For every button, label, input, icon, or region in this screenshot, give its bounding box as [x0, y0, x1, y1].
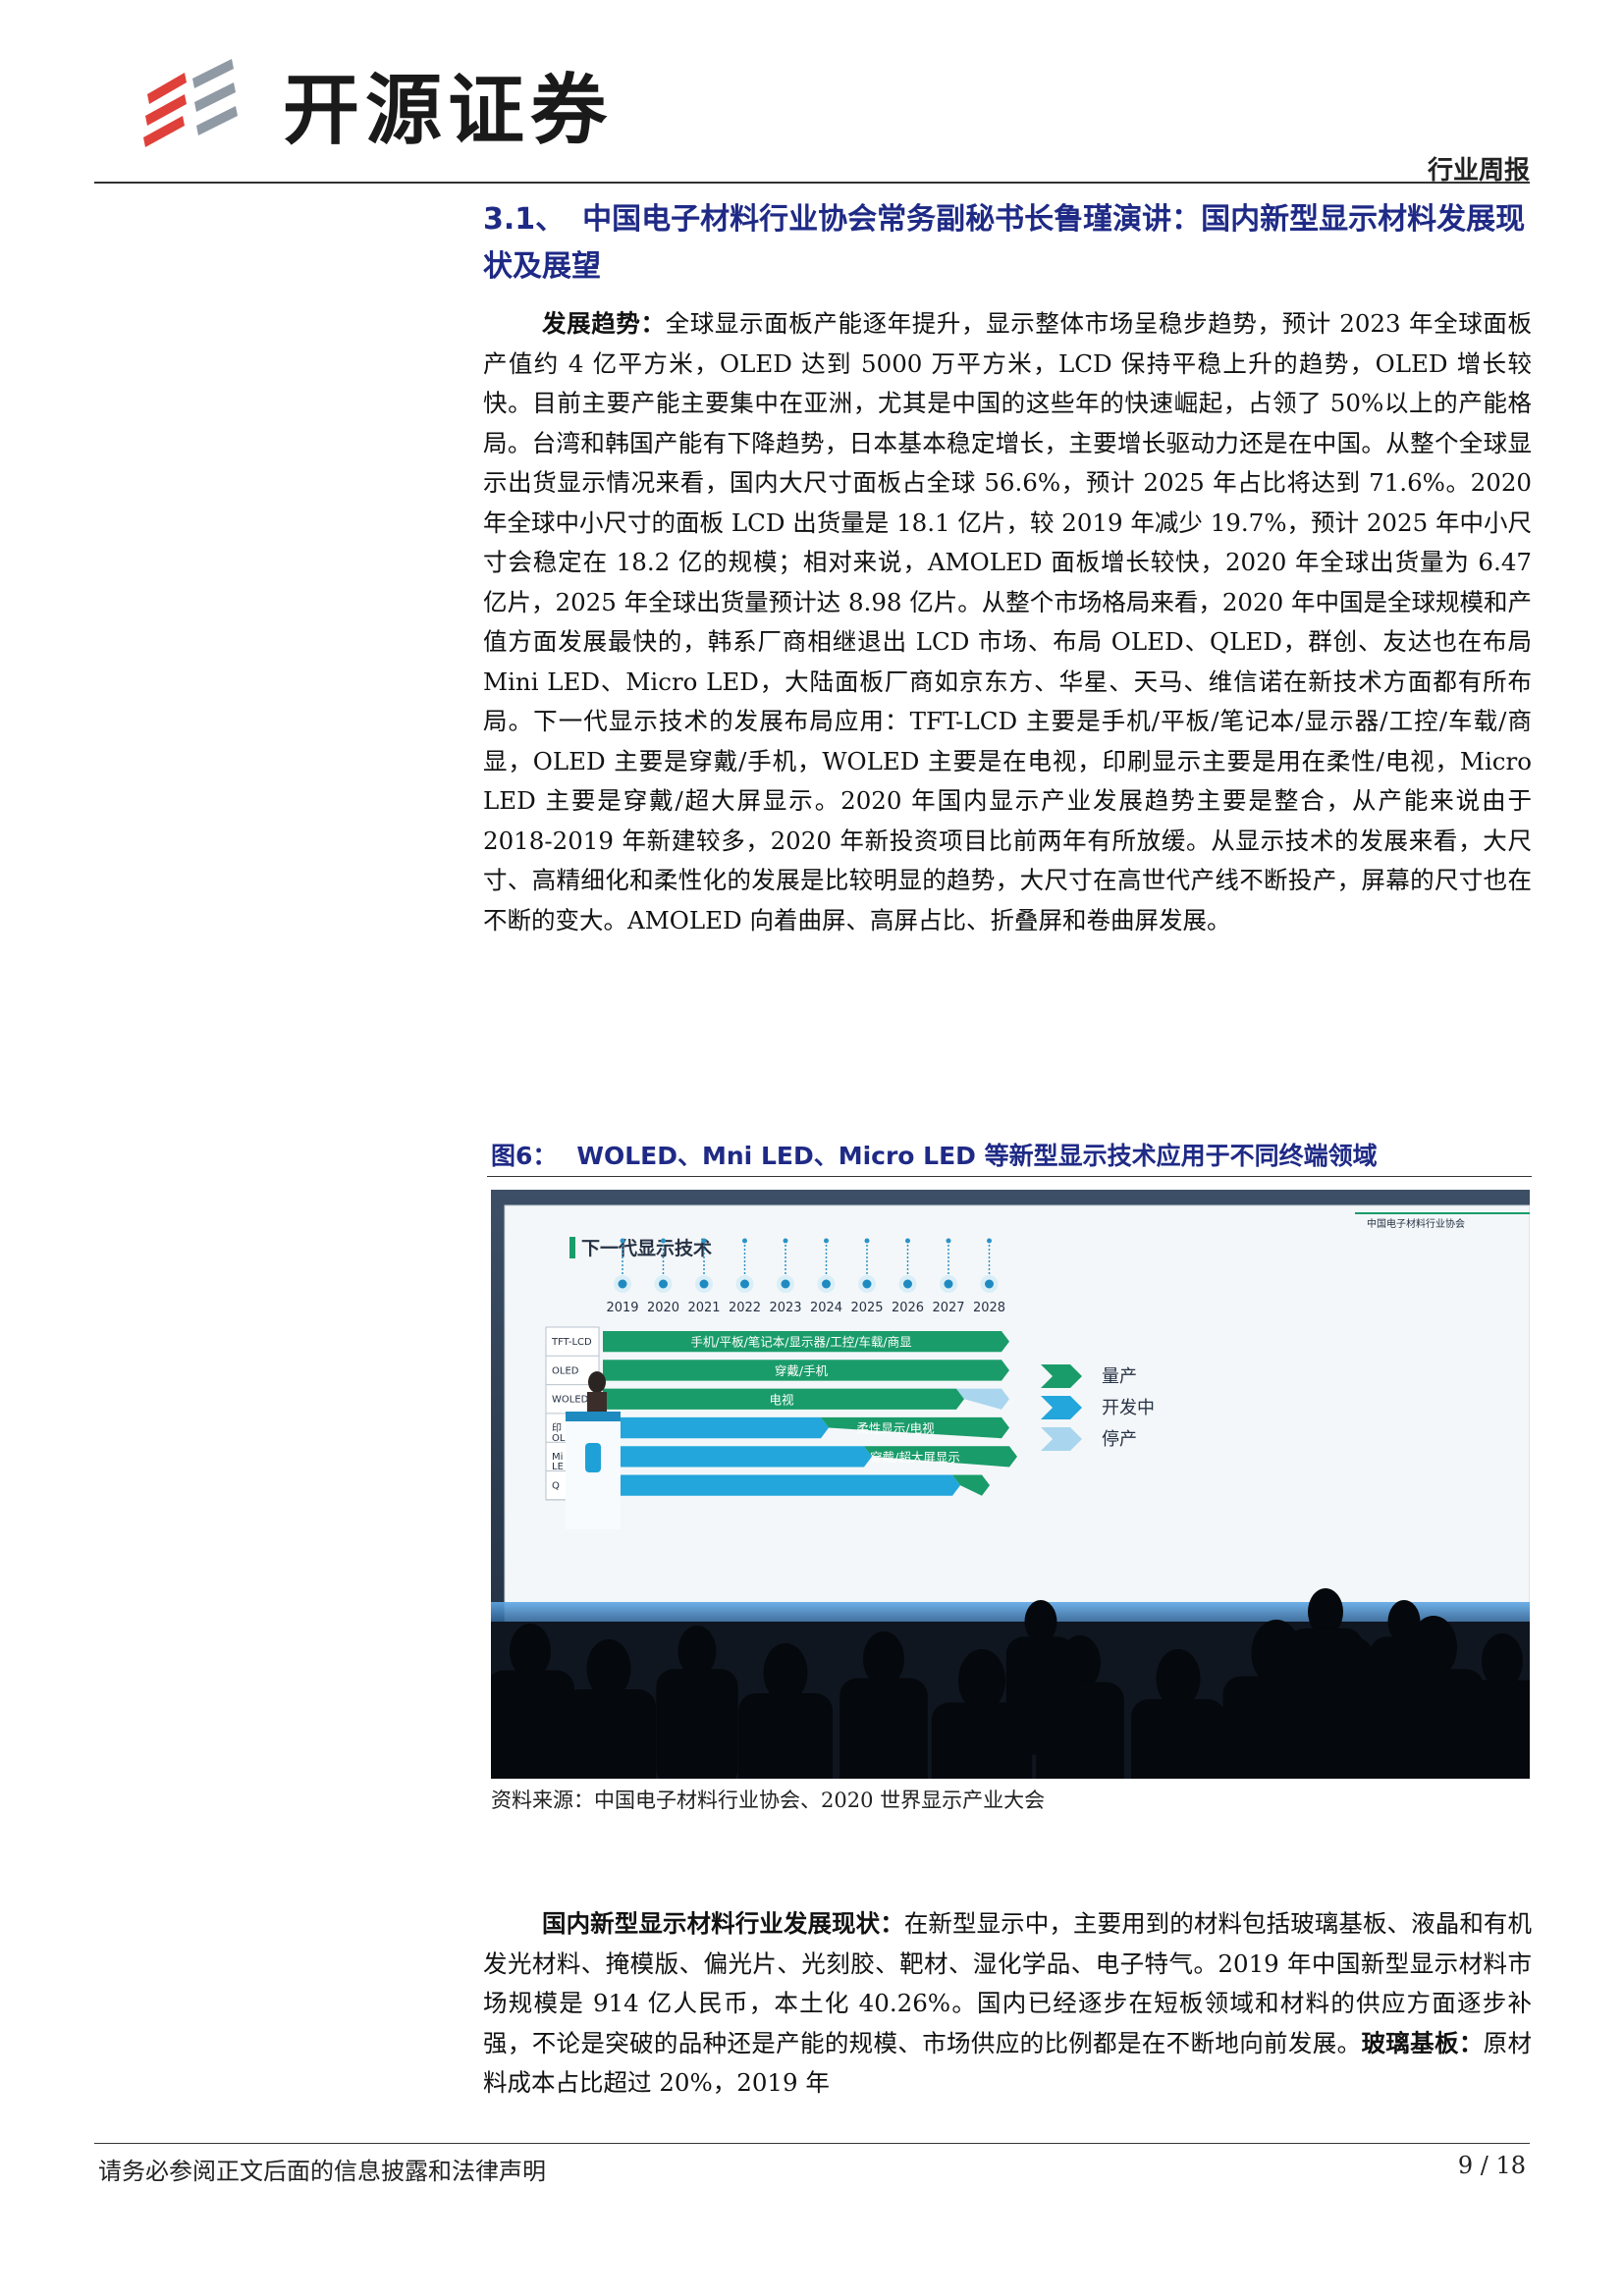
audience-body [656, 1669, 738, 1779]
timeline-year: 2026 [892, 1301, 924, 1315]
section-number: 3.1、 [483, 202, 566, 237]
paragraph-trend: 发展趋势：全球显示面板产能逐年提升，显示整体市场呈稳步趋势，预计 2023 年全… [483, 304, 1532, 940]
timeline-top-dot [701, 1238, 707, 1244]
row-label-2: LE [552, 1462, 564, 1472]
tech-bar-label: 手机/平板/笔记本/显示器/工控/车载/商显 [690, 1335, 911, 1350]
row-label: WOLED [552, 1395, 589, 1406]
figure-photo: 下一代显示技术 中国电子材料行业协会 2019 2020 2021 2022 2023 2… [491, 1190, 1530, 1779]
timeline-dot [618, 1279, 627, 1289]
timeline-top-dot [661, 1238, 666, 1244]
slide-title: 下一代显示技术 [581, 1237, 712, 1259]
timeline-top-dot [783, 1238, 788, 1244]
figure-title: 图6： WOLED、Mni LED、Micro LED 等新型显示技术应用于不同终… [491, 1137, 1530, 1172]
timeline-top-dot [742, 1238, 747, 1244]
timeline-year: 2023 [769, 1301, 801, 1315]
footer-divider [94, 2143, 1530, 2144]
timeline-dot [985, 1279, 994, 1289]
timeline-top-dot [905, 1238, 910, 1244]
tech-bar [603, 1446, 872, 1468]
paragraph-lead: 发展趋势： [542, 309, 666, 338]
audience-body [1131, 1699, 1225, 1779]
timeline-dot [699, 1279, 709, 1289]
conference-slide-photo: 下一代显示技术 中国电子材料行业协会 2019 2020 2021 2022 2023 2… [491, 1190, 1530, 1779]
audience-body [839, 1678, 928, 1779]
tech-bar-label: 电视 [769, 1392, 794, 1407]
row-label: OLED [552, 1365, 579, 1376]
timeline-dot [862, 1279, 872, 1289]
figure-divider [487, 1176, 1532, 1177]
audience-head [1482, 1633, 1523, 1688]
paragraph-status: 国内新型显示材料行业发展现状：在新型显示中，主要用到的材料包括玻璃基板、液晶和有… [483, 1904, 1532, 2104]
timeline-top-dot [620, 1238, 625, 1244]
row-label: TFT-LCD [551, 1337, 592, 1348]
tech-bar [603, 1416, 829, 1439]
slide-title-marker [569, 1237, 575, 1258]
timeline-top-dot [864, 1238, 870, 1244]
timeline-year: 2022 [729, 1301, 761, 1315]
timeline-dot [822, 1279, 831, 1289]
timeline-year: 2025 [850, 1301, 883, 1315]
row-label: Q [552, 1481, 560, 1492]
page-number: 9 / 18 [1457, 2152, 1526, 2179]
brand-logo-icon [143, 59, 238, 147]
paragraph-lead: 国内新型显示材料行业发展现状： [542, 1909, 904, 1938]
tech-bar [603, 1474, 960, 1496]
tech-bar-label: 穿戴/手机 [775, 1363, 829, 1378]
timeline-year: 2021 [687, 1301, 720, 1315]
timeline-year: 2020 [647, 1301, 679, 1315]
audience-head [863, 1631, 904, 1686]
brand-name: 开源证券 [283, 67, 614, 155]
timeline-top-dot [946, 1238, 951, 1244]
figure-number: 图6： [491, 1142, 558, 1170]
timeline-year: 2024 [810, 1301, 842, 1315]
timeline-dot [740, 1279, 749, 1289]
timeline-year: 2027 [932, 1301, 964, 1315]
legend-dev-label: 开发中 [1102, 1398, 1155, 1418]
row-label-2: OL [552, 1433, 566, 1444]
timeline-year: 2019 [606, 1301, 638, 1315]
timeline-year: 2028 [973, 1301, 1005, 1315]
header-divider [94, 182, 1530, 184]
tech-bar-label: 穿戴/超大屏显示 [870, 1450, 960, 1465]
timeline-dot [903, 1279, 912, 1289]
figure-source: 资料来源：中国电子材料行业协会、2020 世界显示产业大会 [491, 1789, 1046, 1812]
slide-org: 中国电子材料行业协会 [1367, 1217, 1465, 1230]
audience-body [738, 1693, 833, 1779]
audience-body [1458, 1680, 1530, 1779]
audience-body [1287, 1628, 1364, 1746]
audience-head [677, 1626, 717, 1677]
tech-bar-label: 柔性显示/电视 [856, 1421, 935, 1436]
legend-mass-label: 量产 [1102, 1366, 1137, 1387]
audience-body [1369, 1636, 1439, 1755]
footer-disclaimer: 请务必参阅正文后面的信息披露和法律声明 [98, 2158, 546, 2185]
legend-stop-label: 停产 [1102, 1429, 1137, 1450]
paragraph-lead-glass: 玻璃基板： [1361, 2028, 1484, 2057]
timeline-top-dot [987, 1238, 992, 1244]
timeline-dot [659, 1279, 668, 1289]
timeline-dot [781, 1279, 790, 1289]
section-title: 中国电子材料行业协会常务副秘书长鲁瑾演讲：国内新型显示材料发展现状及展望 [483, 202, 1526, 284]
audience-body [562, 1689, 656, 1779]
paragraph-text: 全球显示面板产能逐年提升，显示整体市场呈稳步趋势，预计 2023 年全球面板产值… [483, 309, 1532, 934]
timeline-dot [944, 1279, 953, 1289]
brand-logo: 开源证券 [137, 49, 613, 159]
figure-caption: WOLED、Mni LED、Micro LED 等新型显示技术应用于不同终端领域 [576, 1142, 1378, 1170]
timeline-top-dot [824, 1238, 829, 1244]
audience-head [510, 1624, 551, 1679]
audience-body [1005, 1636, 1076, 1755]
section-heading: 3.1、 中国电子材料行业协会常务副秘书长鲁瑾演讲：国内新型显示材料发展现状及展望 [483, 196, 1534, 291]
